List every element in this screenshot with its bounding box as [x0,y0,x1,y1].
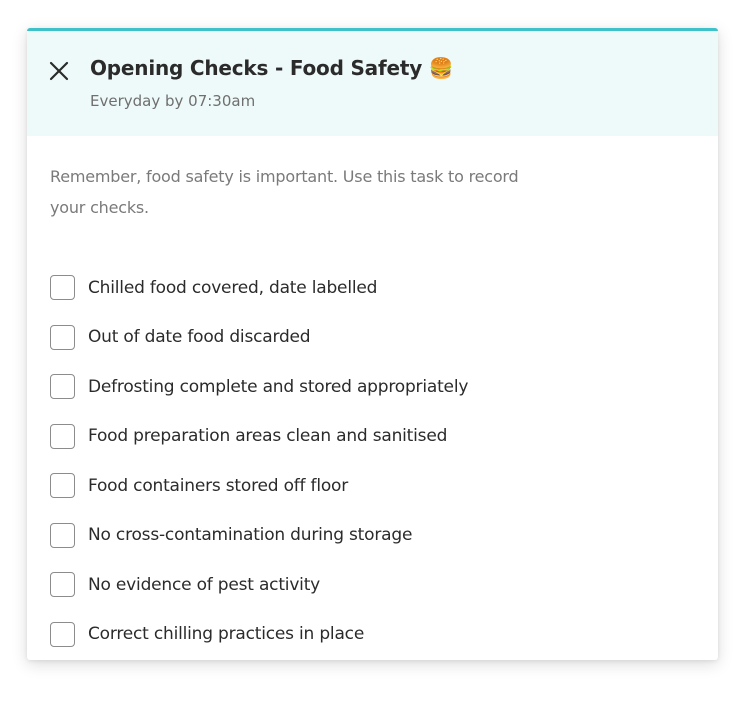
task-card: Opening Checks - Food Safety 🍔 Everyday … [27,28,718,660]
checkbox[interactable] [50,275,75,301]
checklist-item[interactable]: Food containers stored off floor [50,461,690,511]
checkbox[interactable] [50,423,75,449]
checkbox[interactable] [50,473,75,499]
checklist-item[interactable]: No evidence of pest activity [50,560,690,610]
task-title: Opening Checks - Food Safety 🍔 [90,56,454,80]
checklist: Chilled food covered, date labelled Out … [50,263,690,659]
checklist-item[interactable]: No cross-contamination during storage [50,511,690,561]
checklist-item[interactable]: Correct chilling practices in place [50,610,690,660]
checklist-item[interactable]: Food preparation areas clean and sanitis… [50,412,690,462]
checkbox[interactable] [50,572,75,598]
task-description: Remember, food safety is important. Use … [50,167,519,217]
checklist-item[interactable]: Chilled food covered, date labelled [50,263,690,313]
checklist-item-label: Correct chilling practices in place [88,624,365,645]
checklist-item[interactable]: Out of date food discarded [50,313,690,363]
checklist-item-label: Food containers stored off floor [88,475,349,496]
checklist-item-label: Chilled food covered, date labelled [88,277,378,298]
checklist-item-label: No evidence of pest activity [88,574,321,595]
close-icon [49,61,69,81]
checklist-item-label: Out of date food discarded [88,327,311,348]
task-header: Opening Checks - Food Safety 🍔 Everyday … [27,31,718,136]
checkbox[interactable] [50,522,75,548]
checkbox[interactable] [50,621,75,647]
checkbox[interactable] [50,324,75,350]
task-schedule: Everyday by 07:30am [90,92,256,110]
close-button[interactable] [47,59,71,83]
checklist-item-label: Defrosting complete and stored appropria… [88,376,469,397]
checklist-item-label: Food preparation areas clean and sanitis… [88,426,448,447]
checklist-item[interactable]: Defrosting complete and stored appropria… [50,362,690,412]
checklist-item-label: No cross-contamination during storage [88,525,413,546]
checkbox[interactable] [50,374,75,400]
